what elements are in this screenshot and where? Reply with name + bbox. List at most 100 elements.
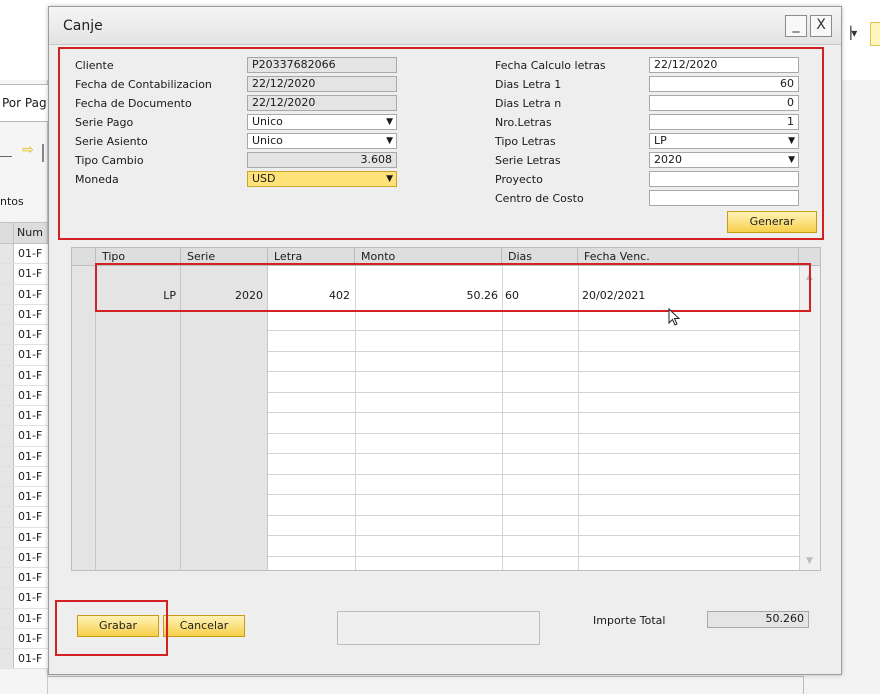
background-row-value: 01-F bbox=[14, 365, 48, 385]
background-table-row[interactable]: 01-F bbox=[0, 264, 48, 285]
arrow-right-icon[interactable]: ⇨ bbox=[22, 142, 34, 158]
background-input-line[interactable] bbox=[0, 156, 12, 157]
dialog-title: Canje bbox=[63, 18, 103, 34]
background-select-column bbox=[0, 223, 14, 243]
background-row-selector[interactable] bbox=[0, 527, 14, 547]
background-row-selector[interactable] bbox=[0, 345, 14, 365]
background-row-selector[interactable] bbox=[0, 385, 14, 405]
grid-empty-row[interactable] bbox=[268, 372, 799, 393]
background-row-value: 01-F bbox=[14, 264, 48, 284]
background-row-selector[interactable] bbox=[0, 507, 14, 527]
background-table-row[interactable]: 01-F bbox=[0, 487, 48, 508]
field-importe-total-value: 50.260 bbox=[765, 612, 805, 625]
background-section-label: ntos bbox=[0, 195, 24, 208]
background-row-selector[interactable] bbox=[0, 568, 14, 588]
close-button[interactable]: X bbox=[810, 15, 832, 37]
background-divider-vertical bbox=[803, 676, 804, 694]
background-table-header: Num bbox=[0, 222, 48, 244]
background-row-selector[interactable] bbox=[0, 649, 14, 669]
cancelar-button[interactable]: Cancelar bbox=[163, 615, 245, 637]
background-row-value: 01-F bbox=[14, 325, 48, 345]
background-row-selector[interactable] bbox=[0, 406, 14, 426]
background-row-selector[interactable] bbox=[0, 487, 14, 507]
grid-empty-row[interactable] bbox=[268, 352, 799, 372]
dialog-titlebar[interactable]: Canje _ X bbox=[49, 7, 841, 45]
background-table-row[interactable]: 01-F bbox=[0, 446, 48, 467]
background-table-row[interactable]: 01-F bbox=[0, 345, 48, 366]
mouse-cursor-icon bbox=[668, 308, 681, 326]
background-row-value: 01-F bbox=[14, 406, 48, 426]
background-table-row[interactable]: 01-F bbox=[0, 649, 48, 670]
background-table-row[interactable]: 01-F bbox=[0, 244, 48, 265]
minimize-button[interactable]: _ bbox=[785, 15, 807, 37]
grid-empty-row[interactable] bbox=[268, 331, 799, 352]
grid-empty-row[interactable] bbox=[268, 434, 799, 454]
field-importe-total[interactable]: 50.260 bbox=[707, 611, 809, 628]
background-row-selector[interactable] bbox=[0, 304, 14, 324]
background-row-value: 01-F bbox=[14, 588, 48, 608]
annotation-row-highlight bbox=[95, 263, 811, 312]
background-table-row[interactable]: 01-F bbox=[0, 628, 48, 649]
annotation-header-highlight bbox=[58, 47, 824, 240]
background-row-selector[interactable] bbox=[0, 446, 14, 466]
background-row-value: 01-F bbox=[14, 446, 48, 466]
background-table-row[interactable]: 01-F bbox=[0, 568, 48, 589]
background-row-value: 01-F bbox=[14, 487, 48, 507]
background-table-row[interactable]: 01-F bbox=[0, 608, 48, 629]
background-tab-por-pagar[interactable]: Por Pag bbox=[0, 84, 48, 122]
background-row-selector[interactable] bbox=[0, 426, 14, 446]
background-row-value: 01-F bbox=[14, 507, 48, 527]
background-table-row[interactable]: 01-F bbox=[0, 527, 48, 548]
background-row-value: 01-F bbox=[14, 244, 48, 264]
grid-empty-row[interactable] bbox=[268, 454, 799, 475]
background-row-value: 01-F bbox=[14, 426, 48, 446]
background-table-row[interactable]: 01-F bbox=[0, 365, 48, 386]
background-row-selector[interactable] bbox=[0, 264, 14, 284]
background-divider bbox=[48, 676, 804, 677]
background-table-row[interactable]: 01-F bbox=[0, 426, 48, 447]
background-row-selector[interactable] bbox=[0, 628, 14, 648]
annotation-grabar-highlight bbox=[55, 600, 168, 656]
background-table-row[interactable]: 01-F bbox=[0, 588, 48, 609]
background-table-row[interactable]: 01-F bbox=[0, 385, 48, 406]
background-row-selector[interactable] bbox=[0, 325, 14, 345]
scroll-down-icon[interactable]: ▼ bbox=[806, 556, 813, 566]
grid-empty-row[interactable] bbox=[268, 516, 799, 536]
background-yellow-button[interactable] bbox=[870, 22, 880, 46]
background-row-selector[interactable] bbox=[0, 588, 14, 608]
background-table-row[interactable]: 01-F bbox=[0, 304, 48, 325]
background-toolbar: ⇨ bbox=[0, 140, 48, 164]
background-row-selector[interactable] bbox=[0, 466, 14, 486]
background-table-row[interactable]: 01-F bbox=[0, 284, 48, 305]
background-row-selector[interactable] bbox=[0, 284, 14, 304]
background-table: Num 01-F 01-F 01-F 01-F 01-F 01-F 01-F 01-F 01-F… bbox=[0, 222, 48, 670]
background-right-toolbar: ▕▾ bbox=[842, 22, 880, 60]
background-table-row[interactable]: 01-F bbox=[0, 507, 48, 528]
grid-empty-row[interactable] bbox=[268, 475, 799, 495]
grid-empty-row[interactable] bbox=[268, 536, 799, 557]
background-separator bbox=[42, 144, 44, 162]
grid-empty-row[interactable] bbox=[268, 311, 799, 331]
background-row-selector[interactable] bbox=[0, 365, 14, 385]
background-row-selector[interactable] bbox=[0, 547, 14, 567]
grid-empty-row[interactable] bbox=[268, 557, 799, 571]
background-row-value: 01-F bbox=[14, 547, 48, 567]
grid-select-header bbox=[72, 248, 96, 266]
background-table-row[interactable]: 01-F bbox=[0, 466, 48, 487]
background-row-value: 01-F bbox=[14, 568, 48, 588]
grid-empty-row[interactable] bbox=[268, 393, 799, 413]
background-table-header-label: Num bbox=[17, 226, 43, 239]
dropdown-icon[interactable]: ▕▾ bbox=[842, 26, 857, 40]
background-row-value: 01-F bbox=[14, 649, 48, 669]
background-row-value: 01-F bbox=[14, 345, 48, 365]
background-table-row[interactable]: 01-F bbox=[0, 406, 48, 427]
background-table-row[interactable]: 01-F bbox=[0, 547, 48, 568]
background-table-row[interactable]: 01-F bbox=[0, 325, 48, 346]
grid-row-selector-column[interactable] bbox=[72, 266, 96, 570]
background-row-value: 01-F bbox=[14, 284, 48, 304]
background-row-selector[interactable] bbox=[0, 608, 14, 628]
background-row-value: 01-F bbox=[14, 608, 48, 628]
grid-empty-row[interactable] bbox=[268, 413, 799, 434]
grid-empty-row[interactable] bbox=[268, 495, 799, 516]
background-row-selector[interactable] bbox=[0, 244, 14, 264]
